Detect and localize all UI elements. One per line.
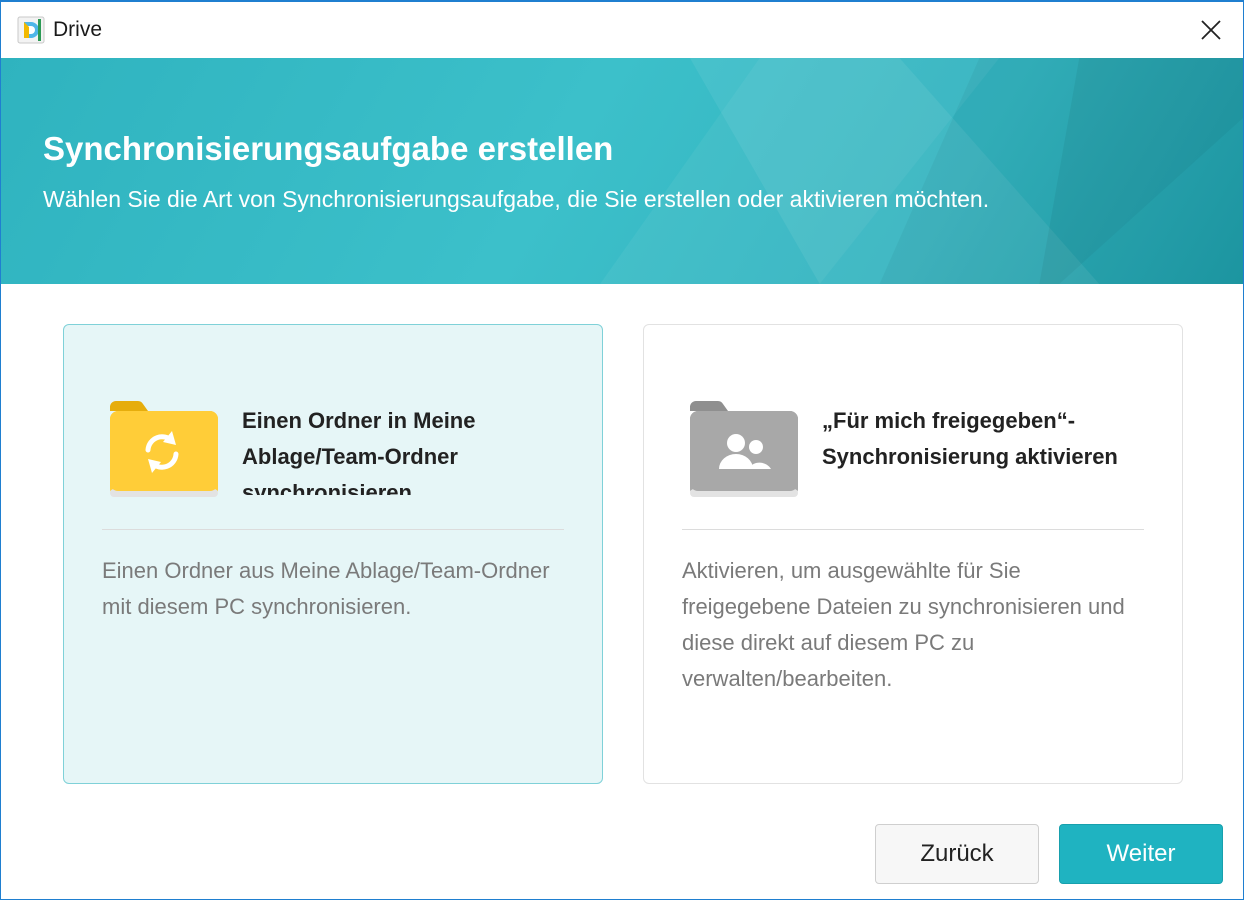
page-title: Synchronisierungsaufgabe erstellen	[43, 130, 614, 167]
close-button[interactable]	[1189, 10, 1233, 50]
option-title: Einen Ordner in Meine Ablage/Team-Ordner…	[242, 408, 476, 495]
yellow-folder-sync-icon	[110, 401, 218, 497]
divider	[682, 529, 1144, 530]
drive-logo-icon	[17, 16, 45, 44]
option-title: „Für mich freigegeben“-Synchronisierung …	[822, 408, 1118, 469]
close-icon	[1201, 20, 1221, 40]
option-card-shared-with-me[interactable]: „Für mich freigegeben“-Synchronisierung …	[643, 324, 1183, 784]
next-button[interactable]: Weiter	[1059, 824, 1223, 884]
page-subtitle: Wählen Sie die Art von Synchronisierungs…	[43, 186, 990, 212]
option-card-sync-folder[interactable]: Einen Ordner in Meine Ablage/Team-Ordner…	[63, 324, 603, 784]
window-title: Drive	[53, 18, 103, 41]
header-banner: Synchronisierungsaufgabe erstellen Wähle…	[1, 58, 1243, 284]
title-bar: Drive	[1, 2, 1243, 58]
option-description: Einen Ordner aus Meine Ablage/Team-Ordne…	[102, 558, 550, 619]
dialog-window: Drive Synchronisierungsaufgabe erstellen…	[0, 0, 1244, 900]
back-button[interactable]: Zurück	[875, 824, 1039, 884]
divider	[102, 529, 564, 530]
option-description: Aktivieren, um ausgewählte für Sie freig…	[682, 558, 1125, 691]
gray-folder-shared-icon	[690, 401, 798, 497]
banner-decoration	[600, 58, 1243, 284]
